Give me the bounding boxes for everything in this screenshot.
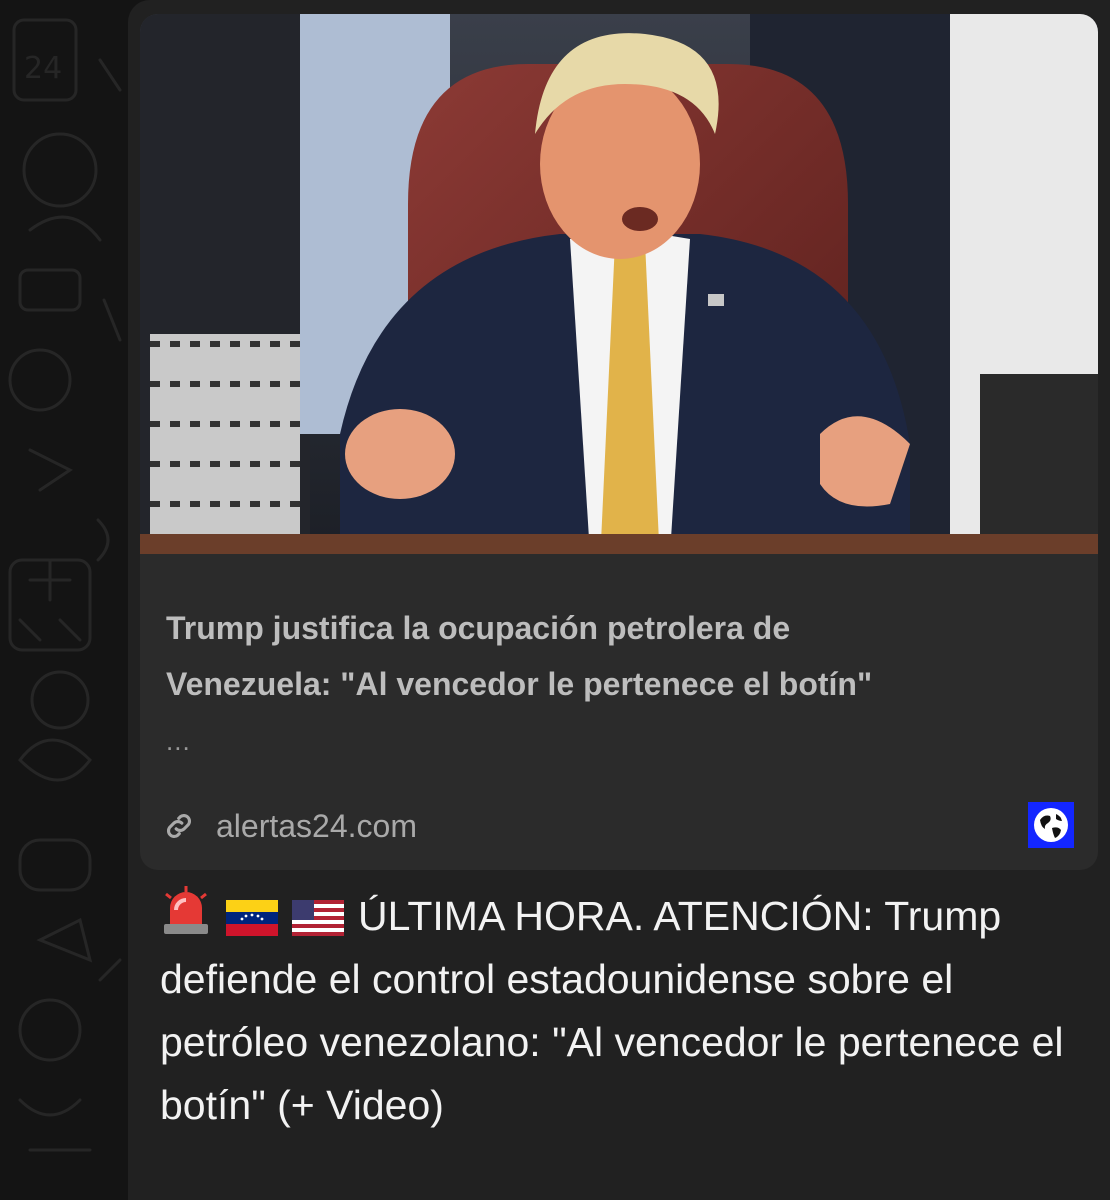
message-text: ÚLTIMA HORA. ATENCIÓN: Trump defiende el… bbox=[160, 884, 1090, 1137]
venezuela-flag-emoji bbox=[226, 900, 278, 936]
usa-flag-emoji bbox=[292, 900, 344, 936]
preview-image[interactable] bbox=[140, 14, 1098, 554]
siren-emoji bbox=[164, 886, 208, 934]
svg-text:24: 24 bbox=[24, 51, 62, 86]
source-domain[interactable]: alertas24.com bbox=[216, 808, 417, 845]
link-preview-card[interactable]: Trump justifica la ocupación petrolera d… bbox=[140, 14, 1098, 870]
preview-source[interactable]: alertas24.com bbox=[162, 804, 417, 848]
globe-icon bbox=[1034, 808, 1068, 842]
preview-title[interactable]: Trump justifica la ocupación petrolera d… bbox=[166, 600, 1066, 712]
site-badge bbox=[1028, 802, 1074, 848]
preview-ellipsis: ... bbox=[166, 726, 191, 756]
link-icon bbox=[166, 813, 192, 839]
